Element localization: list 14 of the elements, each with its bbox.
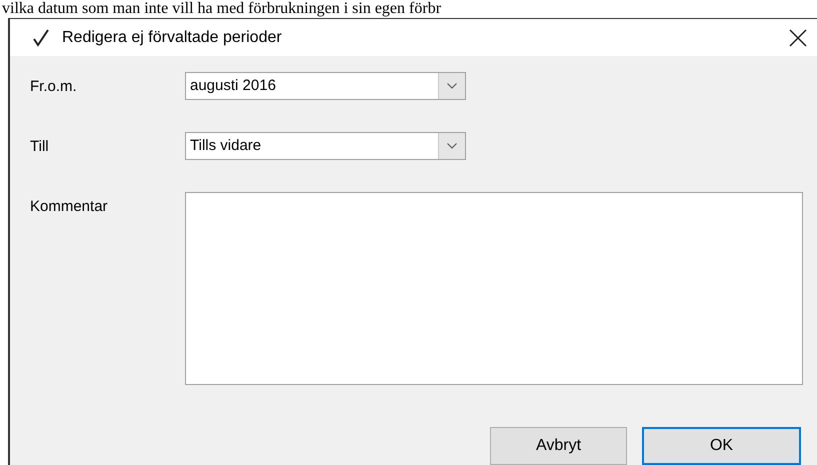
cancel-button[interactable]: Avbryt xyxy=(490,427,627,465)
field-label: Till xyxy=(30,138,50,154)
field-label: Kommentar xyxy=(30,197,109,215)
close-icon[interactable] xyxy=(789,28,807,46)
window-title: Redigera ej förvaltade perioder xyxy=(62,28,283,46)
dropdown-field[interactable]: augusti 2016 xyxy=(185,72,466,100)
ok-button[interactable]: OK xyxy=(642,427,801,465)
background-text: vilka datum som man inte vill ha med förbrukningen i sin egen förbr xyxy=(1,0,442,18)
comment-field[interactable] xyxy=(185,192,803,385)
dropdown-field[interactable]: Tills vidare xyxy=(185,132,466,160)
chevron-down-icon xyxy=(447,83,457,89)
checkmark-icon xyxy=(32,28,50,46)
chevron-down-icon xyxy=(447,143,457,149)
field-label: Fr.o.m. xyxy=(30,78,78,94)
